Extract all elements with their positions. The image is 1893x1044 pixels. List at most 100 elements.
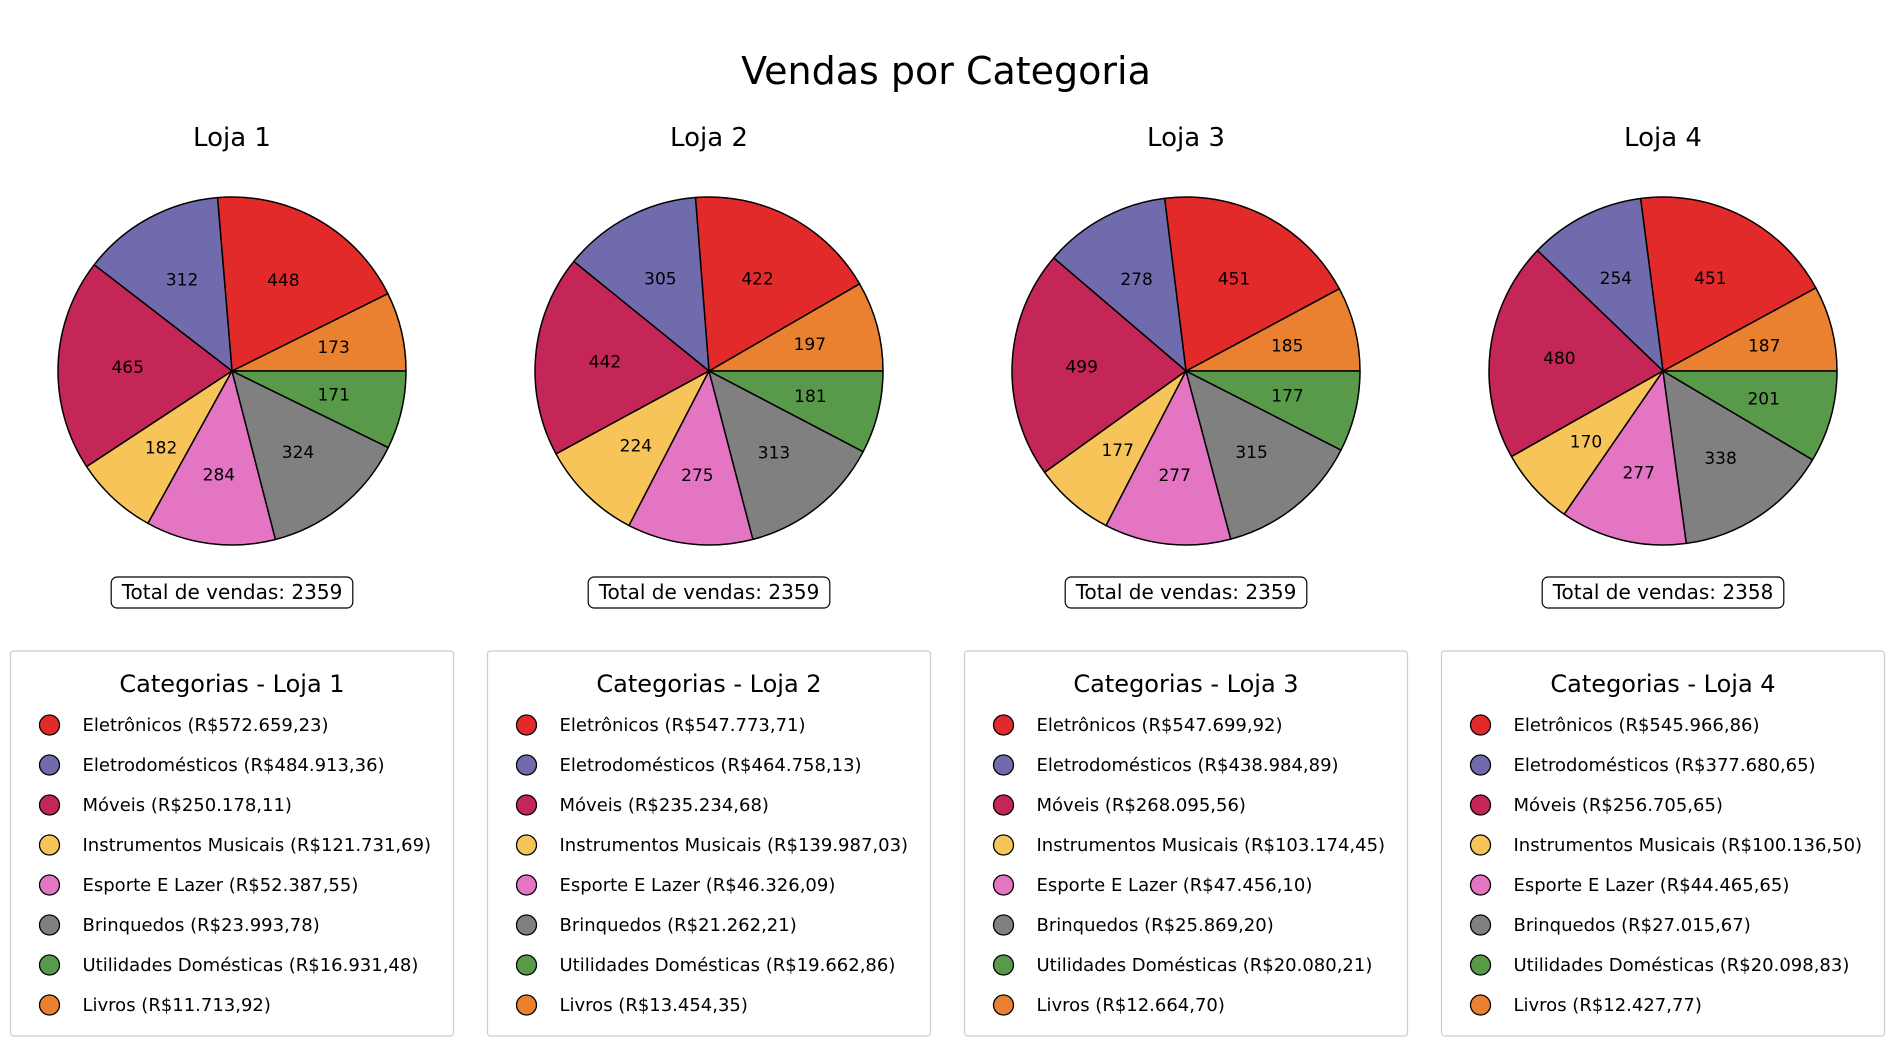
slice-value-label: 277: [1622, 464, 1654, 484]
slice-value-label: 448: [267, 271, 299, 291]
slice-value-label: 480: [1543, 349, 1575, 369]
pie-1: 173 448 312 465 182 284 324 171: [57, 196, 407, 546]
legend-marker-utilidades-domesticas: [992, 954, 1015, 976]
legend-marker-utilidades-domesticas: [38, 954, 61, 976]
legend-marker-utilidades-domesticas: [1469, 954, 1492, 976]
slice-value-label: 177: [1101, 441, 1133, 461]
slice-value-label: 313: [758, 444, 790, 464]
slice-value-label: 224: [620, 437, 652, 457]
legend-item-eletrodomesticos: Eletrodomésticos (R$484.913,36): [83, 755, 385, 776]
legend-marker-esporte-e-lazer: [515, 874, 538, 896]
legend-item-brinquedos: Brinquedos (R$21.262,21): [560, 915, 797, 936]
legend-item-brinquedos: Brinquedos (R$23.993,78): [83, 915, 320, 936]
slice-value-label: 278: [1120, 270, 1152, 290]
total-sales-label: Total de vendas: 2358: [1552, 580, 1774, 604]
legend-title: Categorias - Loja 1: [119, 670, 344, 698]
slice-value-label: 177: [1271, 386, 1303, 406]
total-sales-label: Total de vendas: 2359: [598, 580, 820, 604]
legend-item-moveis: Móveis (R$268.095,56): [1037, 795, 1246, 816]
pie-2: 197 422 305 442 224 275 313 181: [534, 196, 884, 546]
legend-marker-eletronicos: [1469, 714, 1492, 736]
slice-value-label: 305: [644, 270, 676, 290]
legend-item-esporte-e-lazer: Esporte E Lazer (R$52.387,55): [83, 875, 359, 896]
slice-value-label: 451: [1694, 269, 1726, 289]
pie-3: 185 451 278 499 177 277 315 177: [1011, 196, 1361, 546]
legend-item-esporte-e-lazer: Esporte E Lazer (R$44.465,65): [1514, 875, 1790, 896]
legend-item-utilidades-domesticas: Utilidades Domésticas (R$20.098,83): [1514, 955, 1850, 976]
legend-marker-eletrodomesticos: [515, 754, 538, 776]
legend-item-moveis: Móveis (R$250.178,11): [83, 795, 292, 816]
panel-3: Loja 3 185 451 278 499 177 277 315 177 Total de v…: [963, 123, 1409, 1037]
legend-marker-esporte-e-lazer: [38, 874, 61, 896]
legend-item-utilidades-domesticas: Utilidades Domésticas (R$16.931,48): [83, 955, 419, 976]
legend-item-brinquedos: Brinquedos (R$27.015,67): [1514, 915, 1751, 936]
slice-value-label: 275: [681, 466, 713, 486]
slice-value-label: 338: [1704, 449, 1736, 469]
legend-item-instrumentos-musicais: Instrumentos Musicais (R$103.174,45): [1037, 835, 1386, 856]
total-sales-label: Total de vendas: 2359: [1075, 580, 1297, 604]
slice-value-label: 499: [1065, 358, 1097, 378]
figure: Vendas por Categoria Loja 1 173 448 312 465 1…: [0, 0, 1893, 1044]
legend-item-instrumentos-musicais: Instrumentos Musicais (R$139.987,03): [560, 835, 909, 856]
slice-value-label: 277: [1158, 466, 1190, 486]
total-sales-label: Total de vendas: 2359: [121, 580, 343, 604]
legend-marker-moveis: [515, 794, 538, 816]
legend-marker-instrumentos-musicais: [515, 834, 538, 856]
legend-title: Categorias - Loja 2: [596, 670, 821, 698]
legend-item-instrumentos-musicais: Instrumentos Musicais (R$100.136,50): [1514, 835, 1863, 856]
legend-item-moveis: Móveis (R$235.234,68): [560, 795, 769, 816]
legend-marker-esporte-e-lazer: [992, 874, 1015, 896]
slice-value-label: 324: [282, 443, 314, 463]
pie-title-1: Loja 1: [193, 123, 271, 153]
legend-marker-brinquedos: [38, 914, 61, 936]
legend-item-utilidades-domesticas: Utilidades Domésticas (R$20.080,21): [1037, 955, 1373, 976]
legend-marker-eletrodomesticos: [992, 754, 1015, 776]
legend-item-utilidades-domesticas: Utilidades Domésticas (R$19.662,86): [560, 955, 896, 976]
legend-item-eletronicos: Eletrônicos (R$572.659,23): [83, 715, 329, 736]
slice-value-label: 422: [741, 270, 773, 290]
legend-marker-eletronicos: [515, 714, 538, 736]
legend-item-eletronicos: Eletrônicos (R$547.699,92): [1037, 715, 1283, 736]
pie-title-3: Loja 3: [1147, 123, 1225, 153]
legend-marker-brinquedos: [992, 914, 1015, 936]
slice-value-label: 173: [317, 338, 349, 358]
legend-marker-livros: [515, 994, 538, 1016]
legend-item-eletronicos: Eletrônicos (R$547.773,71): [560, 715, 806, 736]
legend-item-eletrodomesticos: Eletrodomésticos (R$464.758,13): [560, 755, 862, 776]
slice-value-label: 451: [1218, 269, 1250, 289]
legend-item-livros: Livros (R$12.427,77): [1514, 995, 1702, 1016]
slice-value-label: 315: [1235, 443, 1267, 463]
pie-title-4: Loja 4: [1624, 123, 1702, 153]
legend-item-livros: Livros (R$13.454,35): [560, 995, 748, 1016]
legend-item-instrumentos-musicais: Instrumentos Musicais (R$121.731,69): [83, 835, 432, 856]
legend-marker-instrumentos-musicais: [1469, 834, 1492, 856]
legend-item-esporte-e-lazer: Esporte E Lazer (R$47.456,10): [1037, 875, 1313, 896]
pie-title-2: Loja 2: [670, 123, 748, 153]
legend-marker-eletronicos: [38, 714, 61, 736]
legend-marker-moveis: [38, 794, 61, 816]
figure-title: Vendas por Categoria: [741, 49, 1151, 93]
legend-title: Categorias - Loja 4: [1550, 670, 1775, 698]
slice-value-label: 170: [1570, 433, 1602, 453]
legend-marker-eletrodomesticos: [1469, 754, 1492, 776]
legend-marker-instrumentos-musicais: [992, 834, 1015, 856]
pie-4: 187 451 254 480 170 277 338 201: [1488, 196, 1838, 546]
legend-item-eletrodomesticos: Eletrodomésticos (R$438.984,89): [1037, 755, 1339, 776]
legend-marker-livros: [1469, 994, 1492, 1016]
legend-marker-moveis: [1469, 794, 1492, 816]
slice-value-label: 181: [794, 387, 826, 407]
slice-value-label: 254: [1600, 269, 1632, 289]
legend-marker-esporte-e-lazer: [1469, 874, 1492, 896]
legend-marker-moveis: [992, 794, 1015, 816]
slice-value-label: 284: [203, 466, 235, 486]
slice-value-label: 171: [317, 386, 349, 406]
legend-item-livros: Livros (R$12.664,70): [1037, 995, 1225, 1016]
slice-value-label: 187: [1748, 336, 1780, 356]
legend-item-eletrodomesticos: Eletrodomésticos (R$377.680,65): [1514, 755, 1816, 776]
legend-item-livros: Livros (R$11.713,92): [83, 995, 271, 1016]
legend-marker-livros: [38, 994, 61, 1016]
slice-value-label: 182: [145, 439, 177, 459]
slice-value-label: 442: [589, 352, 621, 372]
legend-title: Categorias - Loja 3: [1073, 670, 1298, 698]
slice-value-label: 312: [166, 270, 198, 290]
